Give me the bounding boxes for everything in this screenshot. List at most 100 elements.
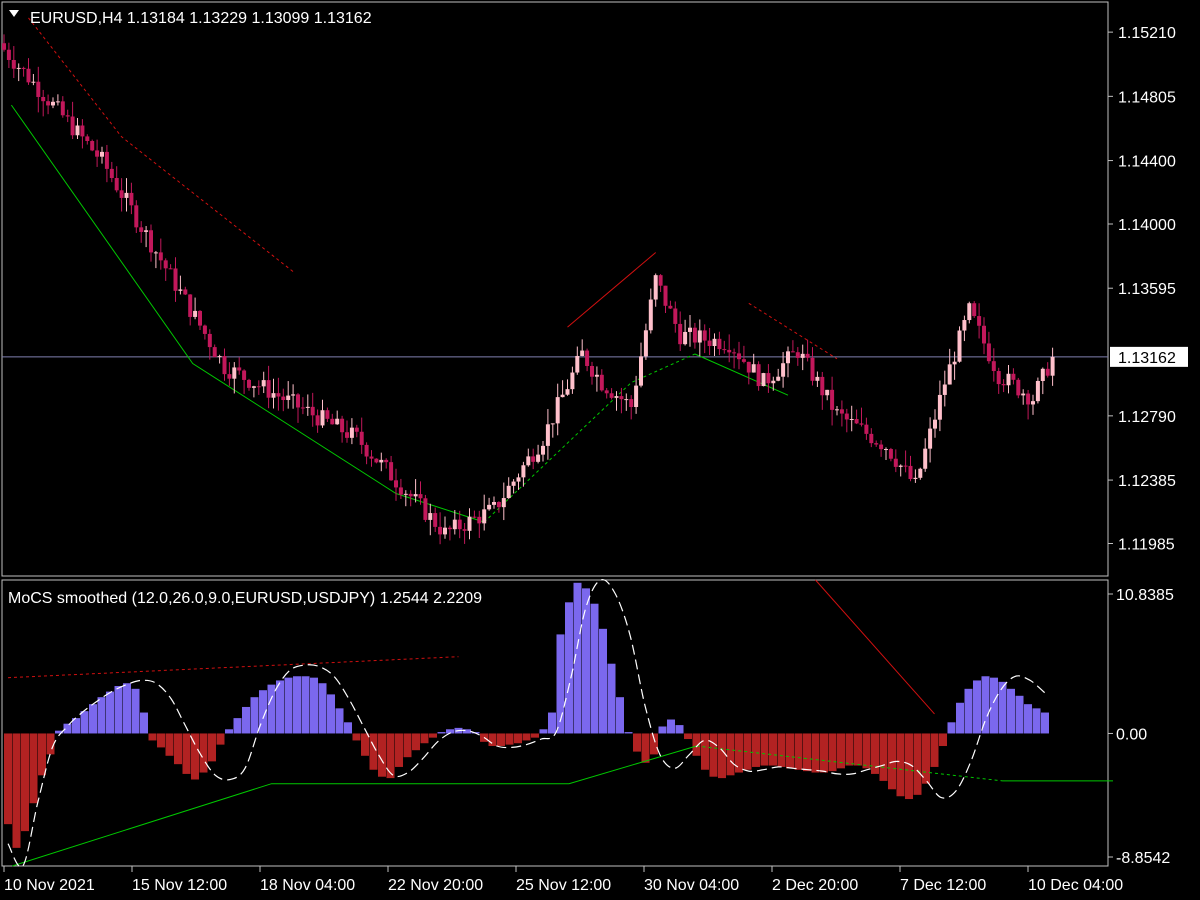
candle — [423, 494, 428, 523]
candle-body — [139, 227, 144, 232]
histogram-bar — [616, 697, 624, 734]
histogram-bar — [1024, 704, 1032, 734]
histogram-bar — [352, 733, 361, 741]
histogram-bar — [182, 733, 191, 774]
candle-body — [281, 396, 286, 401]
candle-body — [256, 386, 261, 388]
candle-body — [447, 527, 452, 530]
histogram-bar — [709, 733, 718, 777]
time-tick-label: 15 Nov 12:00 — [132, 877, 227, 894]
histogram-bar — [1041, 712, 1049, 734]
candle — [1035, 377, 1040, 404]
candle — [1016, 377, 1021, 399]
candle-body — [379, 459, 384, 463]
candle-body — [443, 527, 447, 535]
candle-body — [986, 343, 991, 362]
candle-body — [825, 389, 830, 396]
background — [0, 0, 1200, 900]
histogram-bar — [165, 733, 174, 756]
candle-body — [810, 357, 815, 381]
histogram-bar — [148, 733, 157, 741]
candle-body — [168, 268, 173, 270]
candle-body — [271, 393, 276, 398]
candle-body — [369, 456, 374, 459]
candle-body — [36, 81, 41, 97]
candle-body — [46, 101, 51, 106]
histogram-bar — [276, 680, 284, 734]
candle-body — [624, 399, 629, 401]
candle-body — [276, 393, 281, 397]
time-tick-label: 10 Nov 2021 — [4, 877, 95, 894]
price-tick-label: 1.11985 — [1118, 536, 1175, 553]
candle-body — [227, 374, 232, 379]
candle-body — [967, 303, 972, 321]
candle-body — [492, 502, 496, 505]
histogram-bar — [318, 683, 327, 734]
candle-body — [545, 424, 550, 446]
candle-body — [403, 493, 408, 495]
candle-body — [570, 372, 575, 390]
candle-body — [751, 364, 756, 373]
histogram-bar — [531, 733, 539, 738]
candle-body — [242, 370, 247, 380]
candle-body — [349, 427, 354, 438]
indicator-tick-label: -8.8542 — [1116, 850, 1170, 867]
candle-body — [781, 363, 786, 377]
candle-body — [996, 371, 1001, 385]
candle-body — [712, 338, 717, 347]
candle-body — [26, 68, 31, 83]
candle-body — [296, 394, 300, 408]
candle-body — [158, 252, 163, 261]
histogram-bar — [794, 733, 803, 770]
candle-body — [795, 352, 800, 358]
candle-body — [697, 330, 702, 343]
candle-body — [261, 380, 266, 387]
candle-body — [345, 432, 349, 438]
histogram-bar — [284, 677, 293, 734]
chart-canvas[interactable]: 1.15210 1.14805 1.14400 1.14000 1.13595 1.127… — [0, 0, 1200, 900]
candle-body — [305, 406, 310, 408]
price-tick-label: 1.14805 — [1118, 89, 1176, 106]
histogram-bar — [845, 733, 854, 766]
histogram-bar — [658, 726, 667, 734]
histogram-bar — [692, 733, 701, 756]
candle-body — [947, 364, 952, 385]
candle-body — [300, 407, 305, 409]
candle-body — [217, 356, 222, 358]
candle-body — [188, 294, 193, 317]
histogram-bar — [157, 733, 165, 748]
candle-body — [913, 477, 918, 479]
histogram-bar — [225, 729, 233, 734]
candle-body — [673, 308, 678, 324]
histogram-bar — [879, 733, 888, 781]
candle-body — [526, 456, 531, 466]
candle-body — [933, 419, 937, 429]
candle-body — [320, 410, 325, 426]
candle-body — [683, 331, 688, 345]
candle — [90, 139, 95, 152]
histogram-bar — [565, 602, 573, 734]
candle-body — [634, 385, 639, 408]
candle-body — [609, 393, 614, 398]
histogram-bar — [607, 663, 616, 734]
candle-body — [354, 427, 359, 432]
histogram-bar — [837, 733, 845, 769]
histogram-bar — [12, 733, 21, 848]
candle-body — [472, 516, 477, 518]
candle-body — [521, 465, 526, 478]
candle-body — [908, 465, 913, 479]
time-tick-label: 7 Dec 12:00 — [900, 877, 986, 894]
candle-body — [124, 192, 129, 198]
candle-body — [41, 96, 46, 102]
candle-body — [237, 367, 242, 371]
candle-body — [815, 376, 820, 381]
candle-body — [153, 252, 158, 254]
candle-body — [364, 444, 369, 457]
candle-body — [477, 516, 482, 524]
candle-body — [893, 458, 898, 467]
candle-body — [95, 150, 100, 157]
candle-body — [888, 449, 893, 459]
histogram-bar — [990, 677, 998, 734]
histogram-bar — [522, 733, 531, 741]
histogram-bar — [310, 677, 318, 734]
